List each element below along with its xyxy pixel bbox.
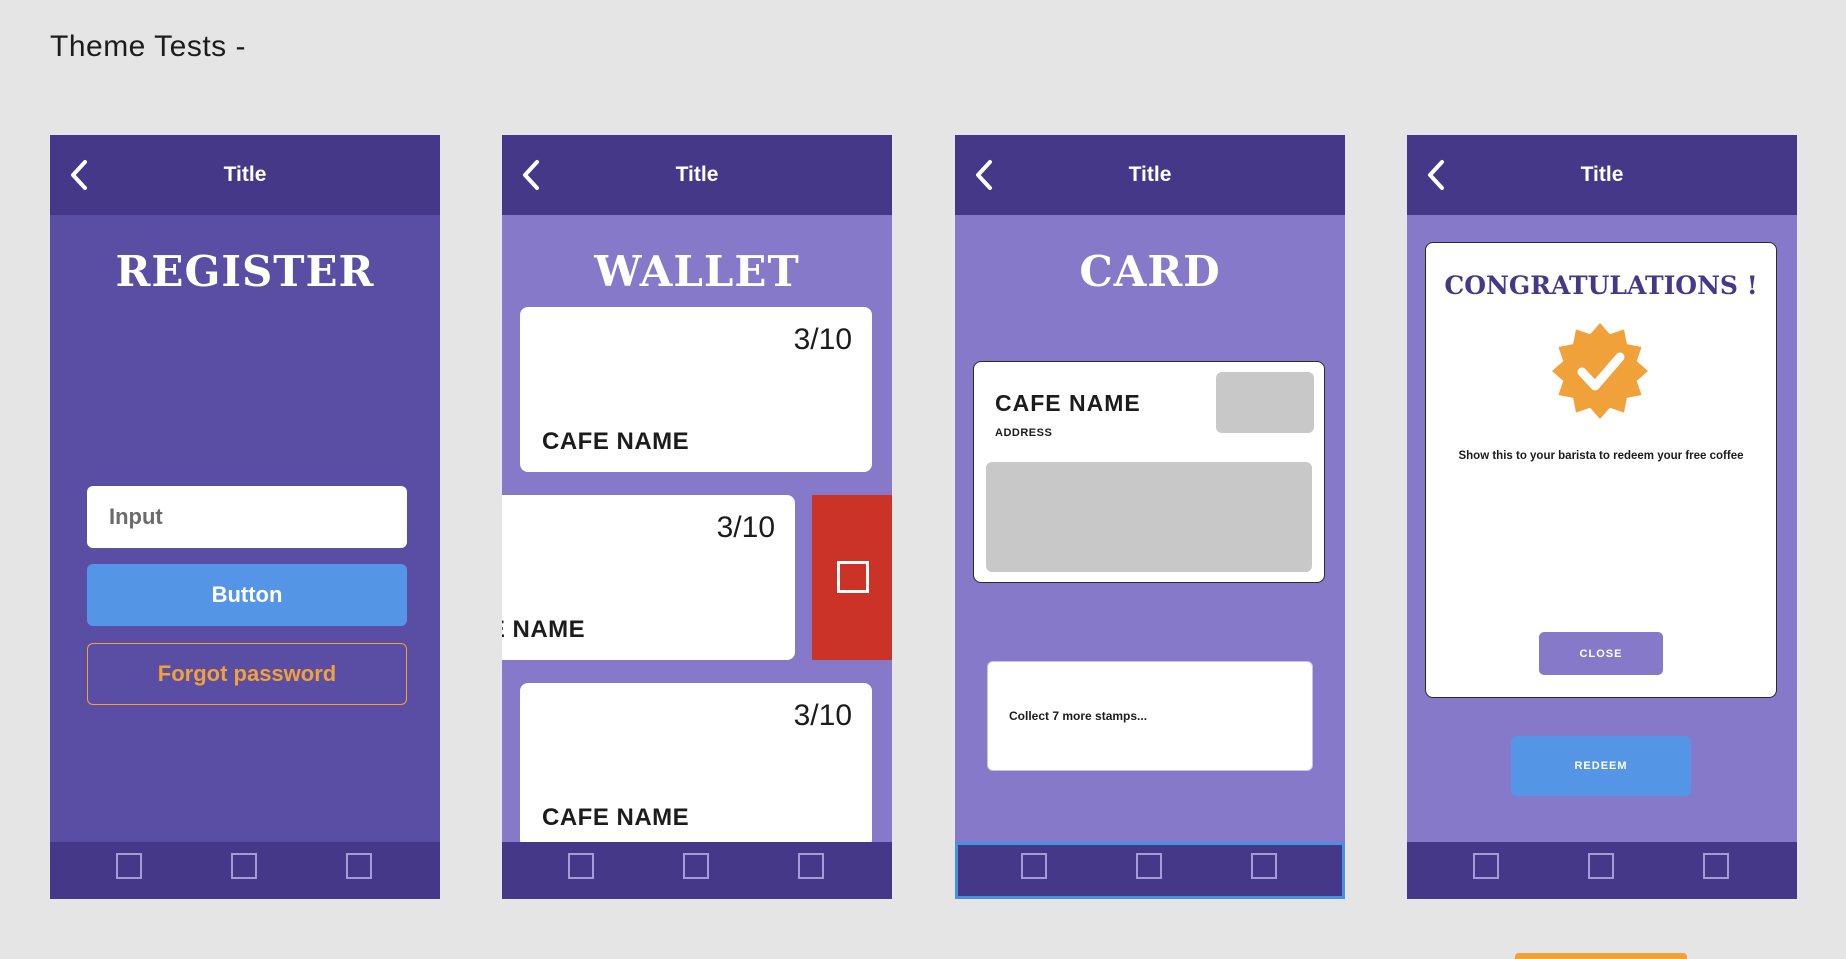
reward-modal: CONGRATULATIONS ! Show this to your bari…	[1425, 242, 1777, 698]
bottom-nav-bar	[955, 842, 1345, 899]
redeem-message: Show this to your barista to redeem your…	[1458, 450, 1744, 462]
cafe-logo-placeholder	[1216, 372, 1314, 433]
screen-heading: WALLET	[594, 247, 800, 296]
nav-icon-2[interactable]	[231, 853, 257, 879]
nav-icon-3[interactable]	[1251, 853, 1277, 879]
header-title: Title	[1580, 163, 1624, 186]
stamp-count: 3/10	[793, 323, 852, 356]
top-bar: Title	[955, 135, 1345, 215]
delete-icon	[837, 561, 869, 593]
page-title: Theme Tests -	[50, 30, 247, 63]
cafe-card[interactable]: CAFE NAME ADDRESS	[973, 361, 1325, 583]
text-input[interactable]	[87, 486, 407, 548]
header-title: Title	[1128, 163, 1172, 186]
stamp-count: 3/10	[716, 511, 775, 544]
cafe-address: ADDRESS	[995, 427, 1053, 439]
primary-button[interactable]: Button	[87, 564, 407, 626]
nav-icon-3[interactable]	[798, 853, 824, 879]
cafe-name: CAFE NAME	[542, 804, 690, 831]
header-title: Title	[675, 163, 719, 186]
delete-action[interactable]	[812, 495, 892, 660]
top-bar: Title	[50, 135, 440, 215]
nav-icon-1[interactable]	[116, 853, 142, 879]
offscreen-element	[1515, 953, 1687, 959]
verified-badge-icon	[1552, 323, 1648, 419]
bottom-nav-bar	[50, 842, 440, 899]
cafe-name: CAFE NAME	[542, 428, 690, 455]
nav-icon-2[interactable]	[1588, 853, 1614, 879]
bottom-nav-bar	[1407, 842, 1797, 899]
congratulations-screen: Title CONGRATULATIONS ! Show this to you…	[1407, 135, 1797, 899]
stamp-count: 3/10	[793, 699, 852, 732]
header-title: Title	[223, 163, 267, 186]
nav-icon-1[interactable]	[1473, 853, 1499, 879]
stamps-remaining-text: Collect 7 more stamps...	[1009, 709, 1148, 723]
forgot-password-button[interactable]: Forgot password	[87, 643, 407, 705]
nav-icon-3[interactable]	[1703, 853, 1729, 879]
stamp-progress-box: Collect 7 more stamps...	[987, 661, 1313, 771]
register-screen: Title REGISTER Button Forgot password	[50, 135, 440, 899]
wallet-card[interactable]: 3/10 CAFE NAME	[520, 683, 872, 848]
nav-icon-3[interactable]	[346, 853, 372, 879]
redeem-button[interactable]: REDEEM	[1511, 736, 1691, 796]
cafe-name: CAFE NAME	[502, 616, 586, 643]
modal-heading: CONGRATULATIONS !	[1444, 271, 1758, 300]
nav-icon-1[interactable]	[1021, 853, 1047, 879]
top-bar: Title	[502, 135, 892, 215]
top-bar: Title	[1407, 135, 1797, 215]
nav-icon-2[interactable]	[683, 853, 709, 879]
screen-heading: REGISTER	[115, 247, 375, 296]
screen-heading: CARD	[1079, 247, 1221, 296]
wallet-screen: Title WALLET 3/10 CAFE NAME 3/10 CAFE NA…	[502, 135, 892, 899]
nav-icon-2[interactable]	[1136, 853, 1162, 879]
cafe-name: CAFE NAME	[995, 390, 1141, 416]
wallet-card-swiped[interactable]: 3/10 CAFE NAME	[502, 495, 795, 660]
image-placeholder	[986, 462, 1312, 572]
bottom-nav-bar	[502, 842, 892, 899]
close-button[interactable]: CLOSE	[1539, 632, 1663, 675]
card-screen: Title CARD CAFE NAME ADDRESS Collect 7 m…	[955, 135, 1345, 899]
wallet-card[interactable]: 3/10 CAFE NAME	[520, 307, 872, 472]
nav-icon-1[interactable]	[568, 853, 594, 879]
